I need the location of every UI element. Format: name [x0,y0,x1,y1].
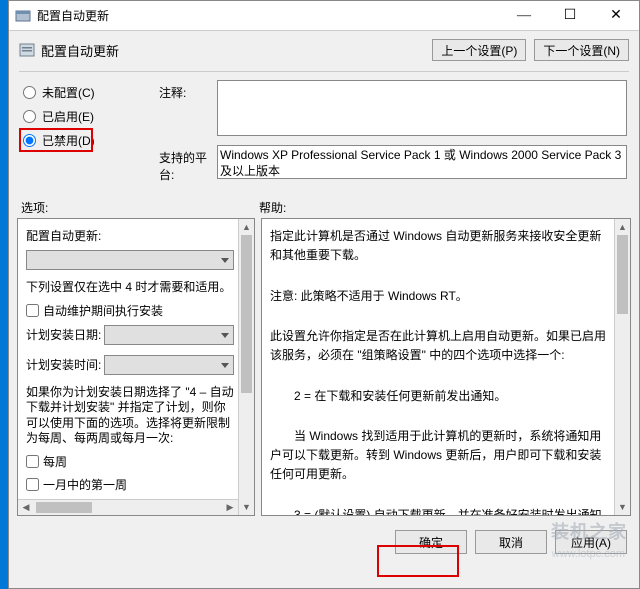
radio-label: 未配置(C) [42,84,95,101]
help-text: 2 = 在下载和安装任何更新前发出通知。 [270,387,608,406]
help-text: 指定此计算机是否通过 Windows 自动更新服务来接收安全更新和其他重要下载。 [270,227,608,265]
scroll-up-arrow-icon[interactable]: ▲ [239,219,254,235]
maintenance-install-checkbox[interactable]: 自动维护期间执行安装 [26,302,234,319]
policy-title: 配置自动更新 [41,41,432,60]
policy-icon [19,42,35,58]
dialog-footer: 确定 取消 应用(A) [9,516,639,566]
radio-disabled[interactable]: 已禁用(D) [23,128,159,152]
close-button[interactable]: ✕ [593,1,639,30]
weekly-checkbox[interactable]: 每周 [26,453,234,470]
checkbox-input[interactable] [26,455,39,468]
install-day-label: 计划安装日期: [26,326,104,343]
titlebar: 配置自动更新 — ☐ ✕ [9,1,639,31]
options-panel: 配置自动更新: 下列设置仅在选中 4 时才需要和适用。 自动维护期间执行安装 计… [17,218,255,516]
help-panel: 指定此计算机是否通过 Windows 自动更新服务来接收安全更新和其他重要下载。… [261,218,631,516]
update-mode-combo[interactable] [26,250,234,270]
scroll-thumb[interactable] [617,235,628,314]
scroll-left-arrow-icon[interactable]: ◀ [18,500,34,515]
supported-platform-box: Windows XP Professional Service Pack 1 或… [217,145,627,179]
checkbox-label: 每周 [43,453,67,470]
prev-setting-button[interactable]: 上一个设置(P) [432,39,526,61]
install-day-combo[interactable] [104,325,234,345]
install-time-label: 计划安装时间: [26,356,104,373]
scroll-right-arrow-icon[interactable]: ▶ [222,500,238,515]
comment-label: 注释: [159,80,217,101]
comment-textarea[interactable] [217,80,627,136]
window-title: 配置自动更新 [37,7,501,24]
options-header: 配置自动更新: [26,227,234,244]
options-note: 下列设置仅在选中 4 时才需要和适用。 [26,280,234,296]
cancel-button[interactable]: 取消 [475,530,547,554]
apply-button[interactable]: 应用(A) [555,530,627,554]
scroll-down-arrow-icon[interactable]: ▼ [615,499,630,515]
subheader: 配置自动更新 上一个设置(P) 下一个设置(N) [9,31,639,67]
radio-label: 已启用(E) [42,108,94,125]
platform-label: 支持的平台: [159,145,217,183]
checkbox-input[interactable] [26,478,39,491]
scroll-thumb[interactable] [241,235,252,393]
state-radio-group: 未配置(C) 已启用(E) 已禁用(D) [9,80,159,189]
radio-label: 已禁用(D) [42,132,95,149]
help-text: 当 Windows 找到适用于此计算机的更新时，系统将通知用户可以下载更新。转到… [270,427,608,485]
install-time-combo[interactable] [104,355,234,375]
maximize-button[interactable]: ☐ [547,1,593,30]
help-vertical-scrollbar[interactable]: ▲ ▼ [614,219,630,515]
divider [19,71,629,72]
checkbox-label: 一月中的第一周 [43,476,127,493]
help-section-label: 帮助: [259,199,286,216]
radio-not-configured[interactable]: 未配置(C) [23,80,159,104]
policy-editor-window: 配置自动更新 — ☐ ✕ 配置自动更新 上一个设置(P) 下一个设置(N) 未配… [8,0,640,589]
help-text: 此设置允许你指定是否在此计算机上启用自动更新。如果已启用该服务，必须在 "组策略… [270,327,608,365]
scroll-thumb[interactable] [36,502,92,513]
app-icon [15,8,31,24]
options-section-label: 选项: [21,199,259,216]
scroll-down-arrow-icon[interactable]: ▼ [239,499,254,515]
help-text: 3 = (默认设置) 自动下载更新，并在准备好安装时发出通知 [270,506,608,516]
options-schedule-note: 如果你为计划安装日期选择了 "4 – 自动下载并计划安装" 并指定了计划，则你可… [26,385,234,447]
checkbox-label: 自动维护期间执行安装 [43,302,163,319]
next-setting-button[interactable]: 下一个设置(N) [534,39,629,61]
options-vertical-scrollbar[interactable]: ▲ ▼ [238,219,254,515]
help-text: 注意: 此策略不适用于 Windows RT。 [270,287,608,306]
window-controls: — ☐ ✕ [501,1,639,30]
radio-input-disabled[interactable] [23,134,36,147]
first-week-checkbox[interactable]: 一月中的第一周 [26,476,234,493]
checkbox-input[interactable] [26,304,39,317]
radio-enabled[interactable]: 已启用(E) [23,104,159,128]
scroll-up-arrow-icon[interactable]: ▲ [615,219,630,235]
minimize-button[interactable]: — [501,1,547,30]
ok-button[interactable]: 确定 [395,530,467,554]
radio-input-enabled[interactable] [23,110,36,123]
options-horizontal-scrollbar[interactable]: ◀ ▶ [18,499,238,515]
radio-input-not-configured[interactable] [23,86,36,99]
